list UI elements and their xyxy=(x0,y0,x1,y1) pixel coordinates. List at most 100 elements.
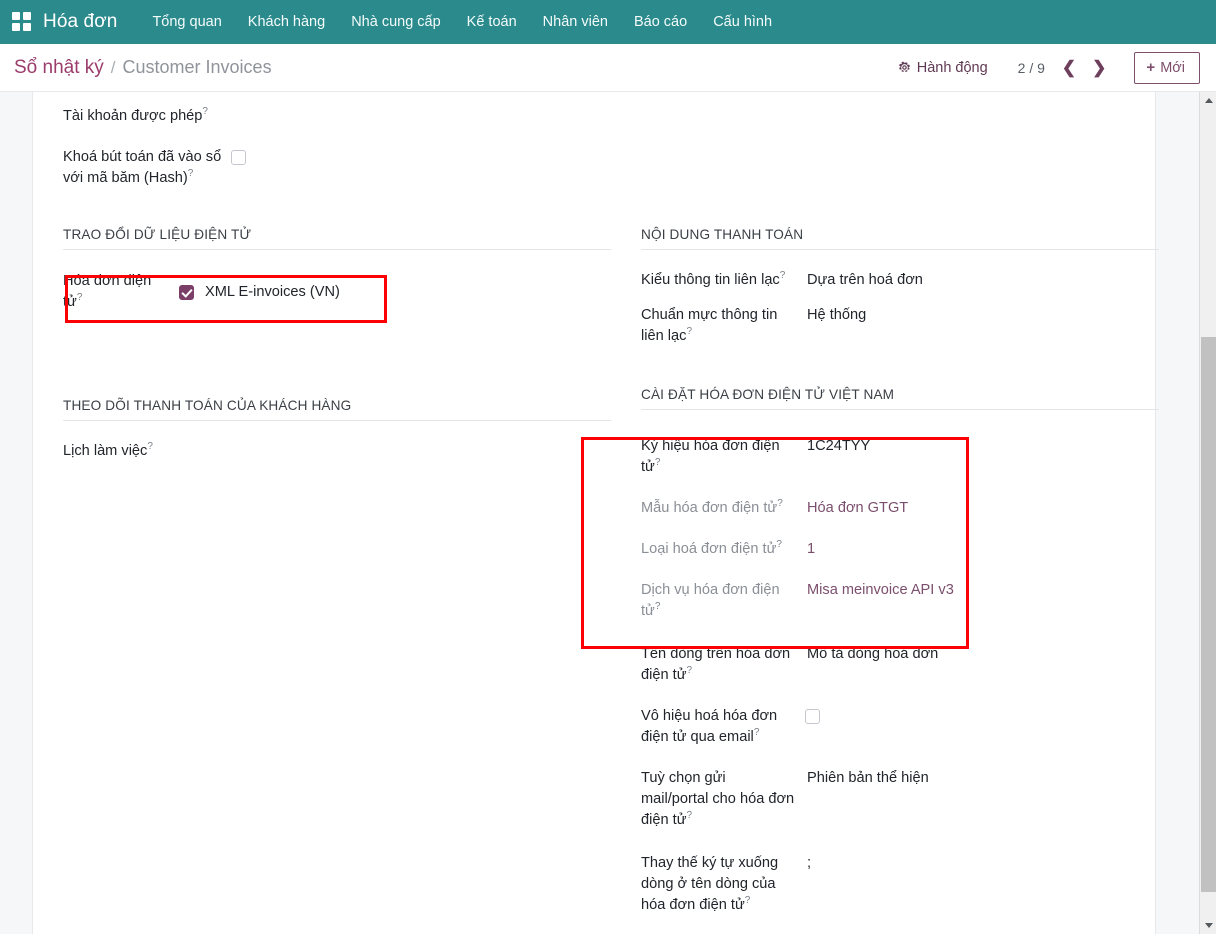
field-value[interactable]: Hóa đơn GTGT xyxy=(805,498,908,519)
main-menu: Tổng quan Khách hàng Nhà cung cấp Kế toá… xyxy=(139,0,785,44)
field-label: Lịch làm việc? xyxy=(63,441,393,462)
field-khoa-but-toan-hash: Khoá bút toán đã vào sổ với mã băm (Hash… xyxy=(63,147,1099,189)
apps-grid-icon[interactable] xyxy=(12,12,32,32)
help-marker[interactable]: ? xyxy=(686,810,692,821)
field-label-text: Khoá bút toán đã vào sổ với mã băm (Hash… xyxy=(63,149,221,186)
pager-previous-button[interactable]: ❮ xyxy=(1054,57,1084,78)
scroll-up-arrow[interactable] xyxy=(1200,92,1216,109)
checkbox-khoa-but-toan-hash[interactable] xyxy=(231,150,246,165)
field-label: Vô hiệu hoá hóa đơn điện tử qua email? xyxy=(641,706,805,748)
apps-grid-cell xyxy=(23,23,31,31)
field-label-text: Tên dòng trên hóa đơn điện tử xyxy=(641,646,790,683)
field-label: Ký hiệu hóa đơn điện tử? xyxy=(641,436,805,478)
field-hoa-don-dien-tu: Hóa đơn điện tử? XML E-invoices (VN) xyxy=(63,270,611,314)
new-record-button[interactable]: + Mới xyxy=(1134,52,1200,84)
menu-item-tong-quan[interactable]: Tổng quan xyxy=(139,0,234,44)
help-marker[interactable]: ? xyxy=(147,441,153,452)
help-marker[interactable]: ? xyxy=(686,326,692,337)
help-marker[interactable]: ? xyxy=(655,601,661,612)
plus-icon: + xyxy=(1146,60,1155,75)
field-chuan-muc-thong-tin-lien-lac: Chuẩn mực thông tin liên lạc? Hệ thống xyxy=(641,305,1189,347)
pager-next-button[interactable]: ❯ xyxy=(1084,57,1114,78)
help-marker[interactable]: ? xyxy=(754,727,760,738)
field-dich-vu-hoa-don-dien-tu: Dịch vụ hóa đơn điện tử? Misa meinvoice … xyxy=(641,580,1189,622)
new-record-label: Mới xyxy=(1160,60,1185,76)
sheet-right-gutter xyxy=(1173,92,1199,934)
field-tuy-chon-gui-mail-portal: Tuỳ chọn gửi mail/portal cho hóa đơn điệ… xyxy=(641,768,1189,831)
help-marker[interactable]: ? xyxy=(188,168,194,179)
field-tai-khoan-duoc-phep: Tài khoản được phép? xyxy=(63,106,1099,127)
vertical-scrollbar[interactable] xyxy=(1199,92,1216,934)
field-label-text: Ký hiệu hóa đơn điện tử xyxy=(641,438,780,475)
checkbox-xml-e-invoices[interactable] xyxy=(179,285,194,300)
menu-item-cau-hinh[interactable]: Cấu hình xyxy=(700,0,785,44)
app-brand-title[interactable]: Hóa đơn xyxy=(43,11,117,33)
field-label-text: Loại hoá đơn điện tử xyxy=(641,541,776,557)
field-label-text: Lịch làm việc xyxy=(63,443,147,459)
control-panel-actions: Hành động 2 / 9 ❮ ❯ + Mới xyxy=(890,52,1200,84)
help-marker[interactable]: ? xyxy=(202,106,208,117)
menu-item-ke-toan[interactable]: Kế toán xyxy=(454,0,530,44)
field-value[interactable]: 1C24TYY xyxy=(805,436,870,457)
menu-item-nha-cung-cap[interactable]: Nhà cung cấp xyxy=(338,0,453,44)
field-thay-the-ky-tu-xuong-dong: Thay thế ký tự xuống dòng ở tên dòng của… xyxy=(641,853,1189,916)
field-kieu-thong-tin-lien-lac: Kiểu thông tin liên lạc? Dựa trên hoá đơ… xyxy=(641,270,1189,291)
field-label: Loại hoá đơn điện tử? xyxy=(641,539,805,560)
apps-grid-cell xyxy=(12,12,20,20)
field-label-text: Chuẩn mực thông tin liên lạc xyxy=(641,307,777,344)
pager-count: 2 / 9 xyxy=(1018,60,1045,76)
help-marker[interactable]: ? xyxy=(780,270,786,281)
section-title-payment-communication: NỘI DUNG THANH TOÁN xyxy=(641,227,1159,250)
field-ten-dong-tren-hoa-don-dien-tu: Tên dòng trên hóa đơn điện tử? Mô tả dòn… xyxy=(641,644,1189,686)
menu-item-khach-hang[interactable]: Khách hàng xyxy=(235,0,338,44)
breadcrumb-root-link[interactable]: Sổ nhật ký xyxy=(14,57,104,79)
form-columns: TRAO ĐỔI DỮ LIỆU ĐIỆN TỬ Hóa đơn điện tử… xyxy=(63,227,1099,930)
field-ky-hieu-hoa-don-dien-tu: Ký hiệu hóa đơn điện tử? 1C24TYY xyxy=(641,436,1189,478)
help-marker[interactable]: ? xyxy=(745,895,751,906)
field-value[interactable]: Misa meinvoice API v3 xyxy=(805,580,954,601)
record-pager: 2 / 9 ❮ ❯ xyxy=(1018,57,1115,78)
form-left-column: TRAO ĐỔI DỮ LIỆU ĐIỆN TỬ Hóa đơn điện tử… xyxy=(63,227,611,930)
top-navbar: Hóa đơn Tổng quan Khách hàng Nhà cung cấ… xyxy=(0,0,1216,44)
field-label-text: Tuỳ chọn gửi mail/portal cho hóa đơn điệ… xyxy=(641,770,794,828)
field-label: Tên dòng trên hóa đơn điện tử? xyxy=(641,644,805,686)
help-marker[interactable]: ? xyxy=(77,292,83,303)
help-marker[interactable]: ? xyxy=(686,665,692,676)
menu-item-bao-cao[interactable]: Báo cáo xyxy=(621,0,700,44)
checkbox-vo-hieu-hoa-email[interactable] xyxy=(805,709,820,724)
help-marker[interactable]: ? xyxy=(776,539,782,550)
apps-grid-cell xyxy=(12,23,20,31)
help-marker[interactable]: ? xyxy=(777,498,783,509)
field-value[interactable]: 1 xyxy=(805,539,815,560)
field-value[interactable]: Hệ thống xyxy=(805,305,866,326)
form-top-fields: Tài khoản được phép? Khoá bút toán đã và… xyxy=(63,106,1099,189)
form-right-column: NỘI DUNG THANH TOÁN Kiểu thông tin liên … xyxy=(641,227,1189,930)
field-label-text: Dịch vụ hóa đơn điện tử xyxy=(641,582,780,619)
menu-item-nhan-vien[interactable]: Nhân viên xyxy=(530,0,621,44)
field-lich-lam-viec: Lịch làm việc? xyxy=(63,441,611,462)
field-label: Kiểu thông tin liên lạc? xyxy=(641,270,805,291)
field-label: Tài khoản được phép? xyxy=(63,106,393,127)
control-panel: Sổ nhật ký / Customer Invoices Hành động… xyxy=(0,44,1216,92)
field-value[interactable]: ; xyxy=(805,853,811,874)
scroll-down-arrow[interactable] xyxy=(1200,917,1216,934)
section-title-vn-einvoice: CÀI ĐẶT HÓA ĐƠN ĐIỆN TỬ VIỆT NAM xyxy=(641,387,1159,410)
scrollbar-thumb[interactable] xyxy=(1201,337,1216,892)
field-value[interactable]: Dựa trên hoá đơn xyxy=(805,270,923,291)
field-label: Tuỳ chọn gửi mail/portal cho hóa đơn điệ… xyxy=(641,768,805,831)
field-mau-hoa-don-dien-tu: Mẫu hóa đơn điện tử? Hóa đơn GTGT xyxy=(641,498,1189,519)
field-label-text: Thay thế ký tự xuống dòng ở tên dòng của… xyxy=(641,855,778,913)
action-menu-label: Hành động xyxy=(917,60,988,76)
field-label-text: Mẫu hóa đơn điện tử xyxy=(641,500,777,516)
breadcrumb-separator: / xyxy=(111,58,116,78)
breadcrumb-current: Customer Invoices xyxy=(123,57,272,78)
breadcrumb: Sổ nhật ký / Customer Invoices xyxy=(14,57,272,79)
action-menu-button[interactable]: Hành động xyxy=(890,56,996,80)
field-value[interactable]: Phiên bản thể hiện xyxy=(805,768,929,789)
field-value[interactable]: Mô tả dòng hoá đơn xyxy=(805,644,938,665)
field-label-text: Kiểu thông tin liên lạc xyxy=(641,272,780,288)
checkbox-xml-e-invoices-label[interactable]: XML E-invoices (VN) xyxy=(203,282,340,303)
field-label: Hóa đơn điện tử? xyxy=(63,271,179,313)
help-marker[interactable]: ? xyxy=(655,457,661,468)
field-label-text: Tài khoản được phép xyxy=(63,108,202,124)
